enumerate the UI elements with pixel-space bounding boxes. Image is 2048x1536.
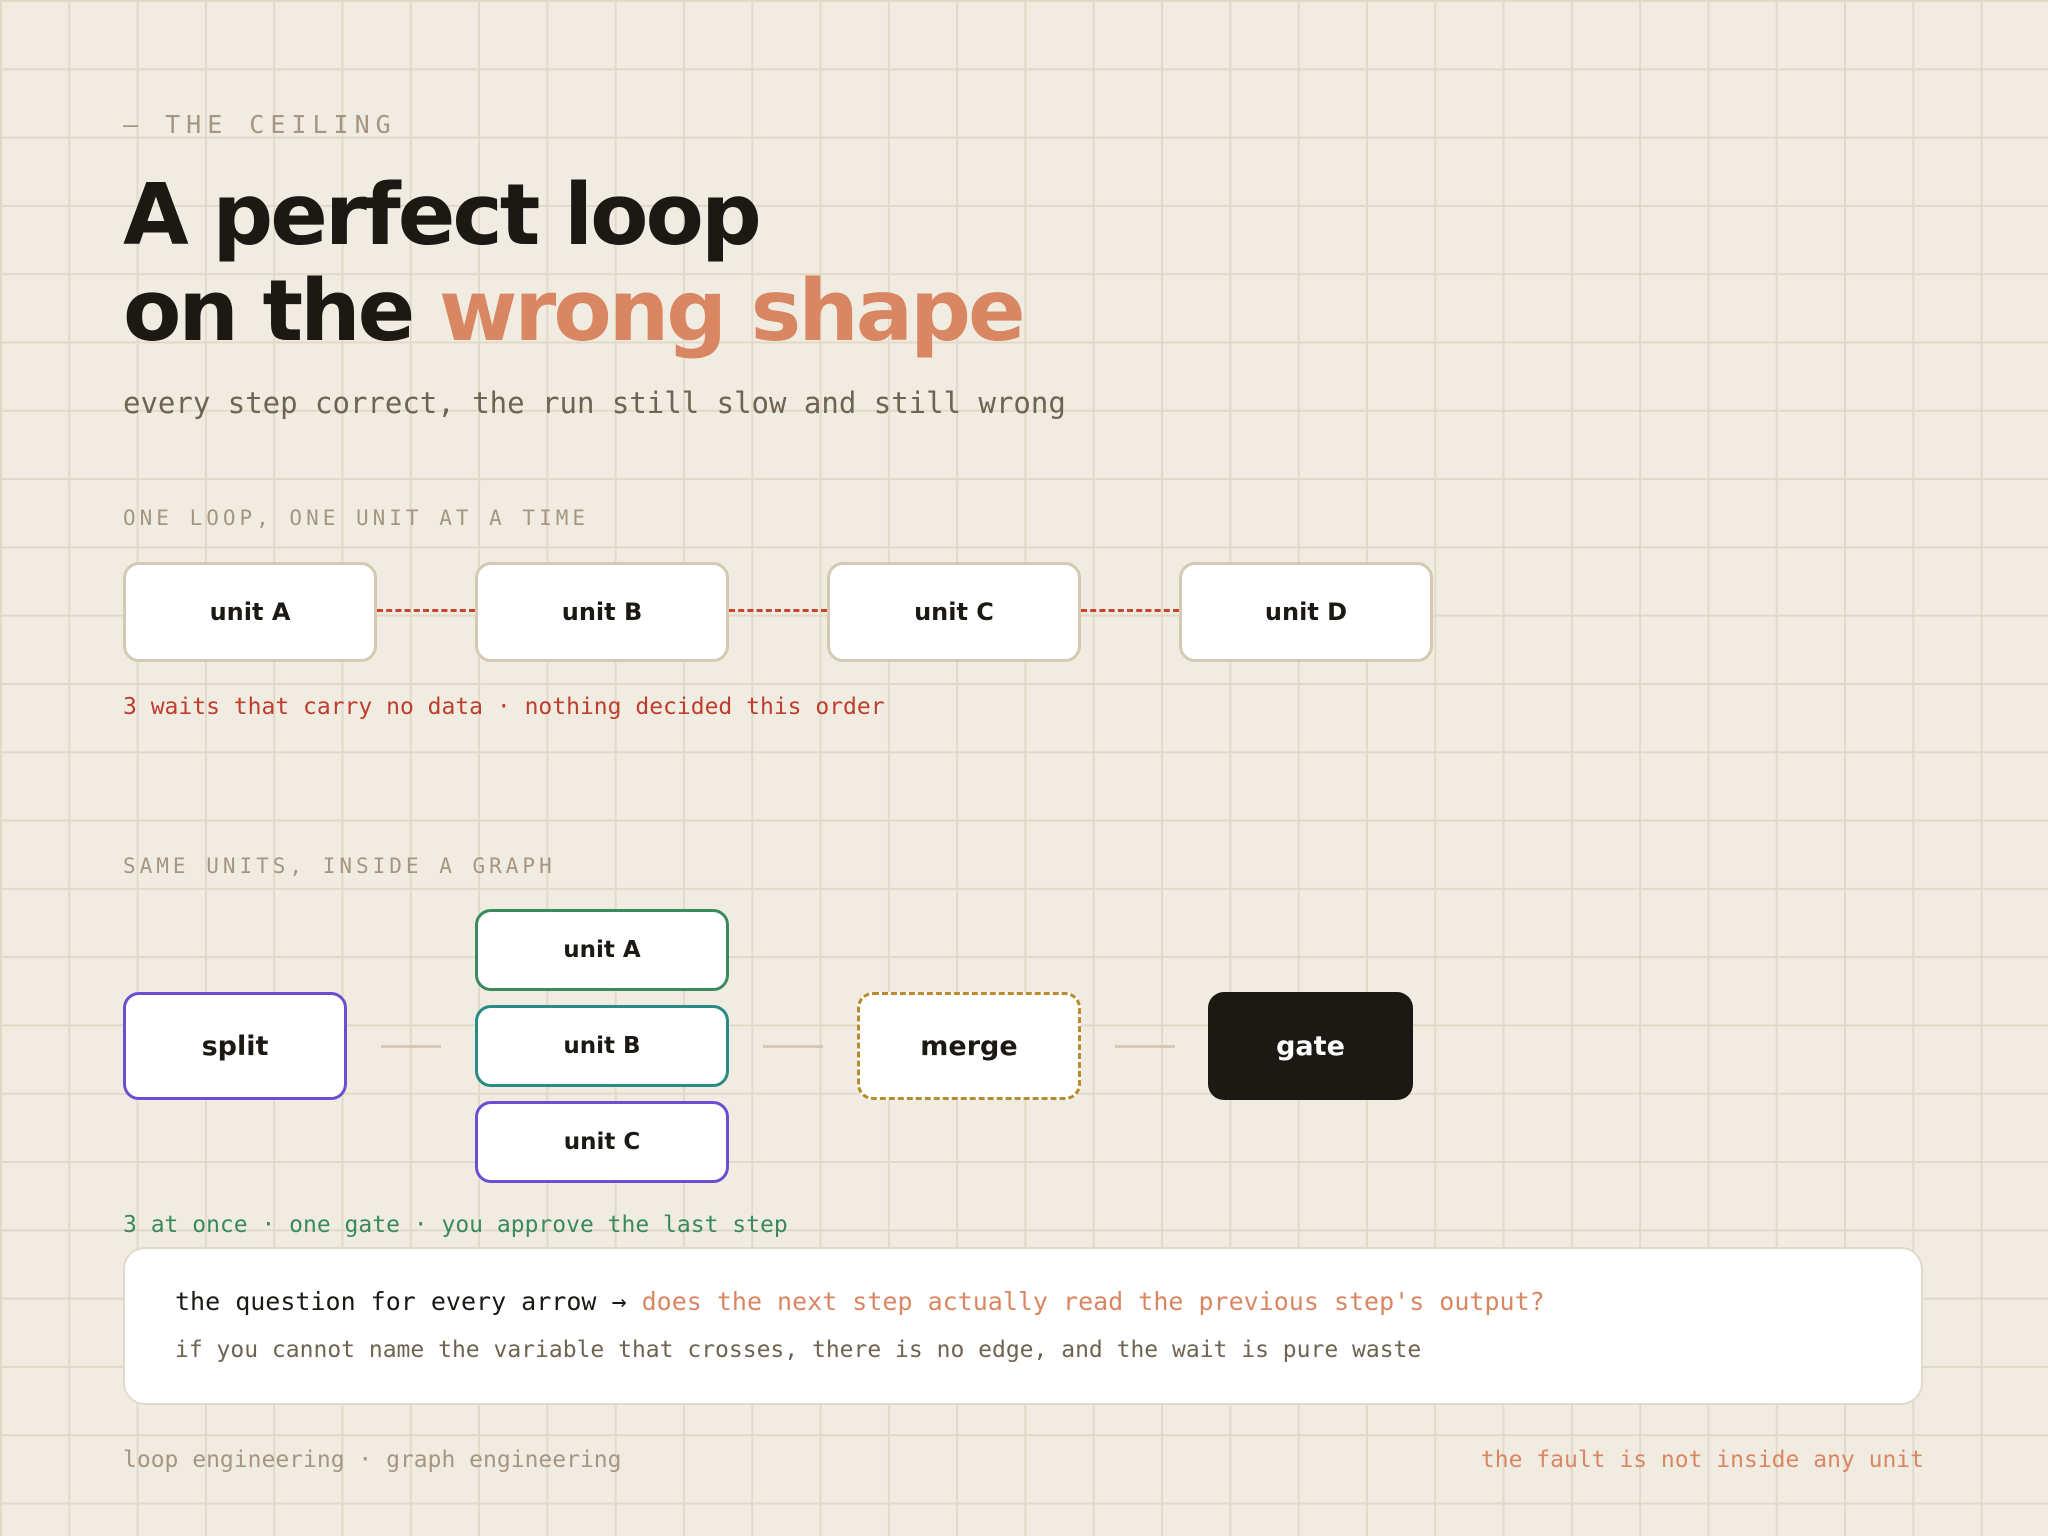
merge-node: merge xyxy=(857,992,1081,1100)
title-plain: on the xyxy=(123,262,439,361)
page-title: A perfect loop on the wrong shape xyxy=(123,166,1026,361)
graph-note: 3 at once · one gate · you approve the l… xyxy=(123,1212,788,1238)
seq-unit-b: unit B xyxy=(475,562,729,662)
wait-connector-3 xyxy=(1081,609,1179,612)
graph-unit-a: unit A xyxy=(475,909,729,991)
merge-connector xyxy=(1115,1045,1175,1048)
gate-node: gate xyxy=(1208,992,1413,1100)
footer-right: the fault is not inside any unit xyxy=(1480,1447,1924,1473)
footer-left: loop engineering · graph engineering xyxy=(123,1447,622,1473)
graph-unit-c: unit C xyxy=(475,1101,729,1183)
units-connector xyxy=(763,1045,823,1048)
eyebrow: — THE CEILING xyxy=(123,110,397,139)
wait-connector-1 xyxy=(377,609,475,612)
callout-question: does the next step actually read the pre… xyxy=(641,1287,1545,1316)
callout-question-line: the question for every arrow → does the … xyxy=(175,1287,1545,1316)
seq-unit-d: unit D xyxy=(1179,562,1433,662)
sequential-label: ONE LOOP, ONE UNIT AT A TIME xyxy=(123,506,590,530)
callout-prefix: the question for every arrow → xyxy=(175,1287,642,1316)
graph-unit-b: unit B xyxy=(475,1005,729,1087)
callout-detail: if you cannot name the variable that cro… xyxy=(175,1337,1422,1363)
title-line-2: on the wrong shape xyxy=(123,262,1026,361)
graph-label: SAME UNITS, INSIDE A GRAPH xyxy=(123,854,556,878)
split-node: split xyxy=(123,992,347,1100)
seq-unit-a: unit A xyxy=(123,562,377,662)
wait-connector-2 xyxy=(729,609,827,612)
title-accent: wrong shape xyxy=(438,262,1026,361)
subtitle: every step correct, the run still slow a… xyxy=(123,386,1066,420)
seq-unit-c: unit C xyxy=(827,562,1081,662)
callout-box: the question for every arrow → does the … xyxy=(123,1247,1923,1405)
title-line-1: A perfect loop xyxy=(123,166,762,265)
sequential-note: 3 waits that carry no data · nothing dec… xyxy=(123,694,885,720)
split-connector xyxy=(381,1045,441,1048)
